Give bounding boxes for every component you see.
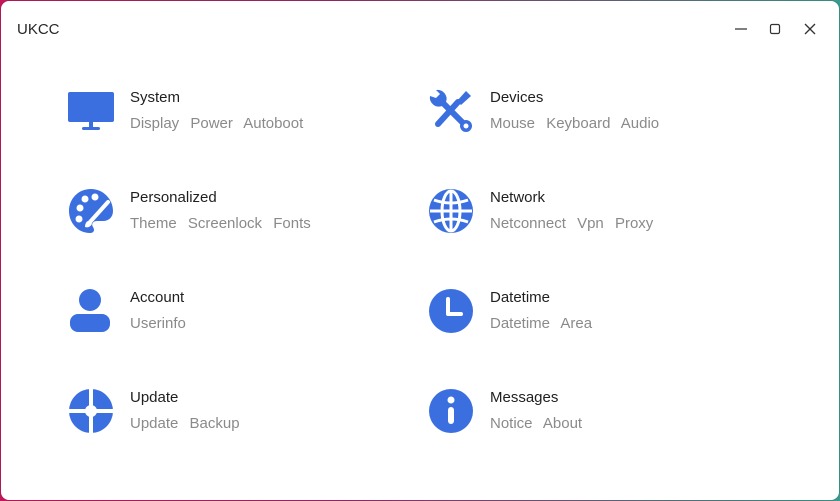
category-account[interactable]: Account Userinfo bbox=[68, 284, 408, 344]
link-notice[interactable]: Notice bbox=[490, 415, 533, 432]
category-links: Datetime Area bbox=[490, 315, 599, 332]
update-icon bbox=[68, 388, 114, 434]
info-icon bbox=[428, 388, 474, 434]
category-links: Notice About bbox=[490, 415, 589, 432]
link-autoboot[interactable]: Autoboot bbox=[243, 115, 303, 132]
category-title[interactable]: Devices bbox=[490, 89, 543, 106]
category-update[interactable]: Update Update Backup bbox=[68, 384, 408, 444]
maximize-icon bbox=[769, 23, 781, 35]
window-title: UKCC bbox=[17, 21, 60, 38]
category-links: Mouse Keyboard Audio bbox=[490, 115, 666, 132]
link-vpn[interactable]: Vpn bbox=[577, 215, 604, 232]
category-links: Userinfo bbox=[130, 315, 193, 332]
link-about[interactable]: About bbox=[543, 415, 582, 432]
link-backup[interactable]: Backup bbox=[190, 415, 240, 432]
link-theme[interactable]: Theme bbox=[130, 215, 177, 232]
globe-icon bbox=[428, 188, 474, 234]
category-system[interactable]: System Display Power Autoboot bbox=[68, 84, 408, 144]
link-display[interactable]: Display bbox=[130, 115, 179, 132]
link-userinfo[interactable]: Userinfo bbox=[130, 315, 186, 332]
link-keyboard[interactable]: Keyboard bbox=[546, 115, 610, 132]
category-title[interactable]: Network bbox=[490, 189, 545, 206]
category-links: Display Power Autoboot bbox=[130, 115, 310, 132]
clock-icon bbox=[428, 288, 474, 334]
category-title[interactable]: Update bbox=[130, 389, 178, 406]
link-fonts[interactable]: Fonts bbox=[273, 215, 311, 232]
category-messages[interactable]: Messages Notice About bbox=[428, 384, 768, 444]
category-links: Netconnect Vpn Proxy bbox=[490, 215, 660, 232]
link-audio[interactable]: Audio bbox=[621, 115, 659, 132]
category-title[interactable]: Personalized bbox=[130, 189, 217, 206]
tools-icon bbox=[428, 88, 474, 134]
minimize-button[interactable] bbox=[729, 17, 753, 41]
category-title[interactable]: System bbox=[130, 89, 180, 106]
category-network[interactable]: Network Netconnect Vpn Proxy bbox=[428, 184, 768, 244]
user-icon bbox=[68, 288, 114, 334]
category-datetime[interactable]: Datetime Datetime Area bbox=[428, 284, 768, 344]
link-mouse[interactable]: Mouse bbox=[490, 115, 535, 132]
category-links: Update Backup bbox=[130, 415, 247, 432]
category-title[interactable]: Messages bbox=[490, 389, 558, 406]
link-proxy[interactable]: Proxy bbox=[615, 215, 653, 232]
link-power[interactable]: Power bbox=[190, 115, 233, 132]
category-links: Theme Screenlock Fonts bbox=[130, 215, 318, 232]
link-netconnect[interactable]: Netconnect bbox=[490, 215, 566, 232]
link-screenlock[interactable]: Screenlock bbox=[188, 215, 262, 232]
palette-icon bbox=[68, 188, 114, 234]
category-title[interactable]: Datetime bbox=[490, 289, 550, 306]
category-personalized[interactable]: Personalized Theme Screenlock Fonts bbox=[68, 184, 408, 244]
link-update[interactable]: Update bbox=[130, 415, 178, 432]
maximize-button[interactable] bbox=[763, 17, 787, 41]
minimize-icon bbox=[735, 28, 747, 30]
link-datetime[interactable]: Datetime bbox=[490, 315, 550, 332]
monitor-icon bbox=[68, 88, 114, 134]
close-icon bbox=[804, 23, 816, 35]
title-bar: UKCC bbox=[1, 1, 839, 57]
close-button[interactable] bbox=[798, 17, 822, 41]
category-title[interactable]: Account bbox=[130, 289, 184, 306]
link-area[interactable]: Area bbox=[560, 315, 592, 332]
settings-window: UKCC System Display Power Autoboot Devic… bbox=[1, 1, 839, 500]
category-devices[interactable]: Devices Mouse Keyboard Audio bbox=[428, 84, 768, 144]
